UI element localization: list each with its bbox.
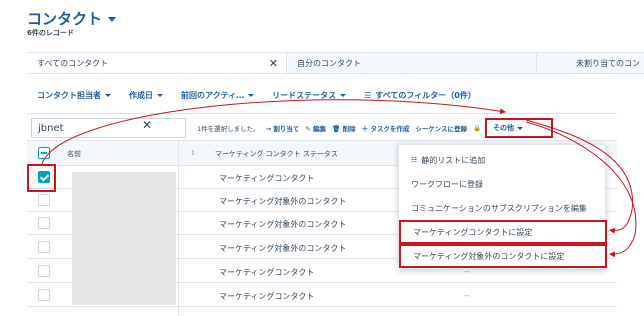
chevron-down-icon — [105, 94, 111, 97]
tab-my-contacts[interactable]: 自分のコンタクト — [287, 53, 537, 73]
search-input[interactable]: jbnet — [31, 118, 186, 138]
column-header-marketing-status[interactable]: マーケティング コンタクト ステータス — [215, 149, 338, 159]
create-task-button[interactable]: ＋ タスクを作成 — [362, 123, 410, 133]
marketing-status-cell: マーケティング対象外のコンタクト — [219, 220, 347, 229]
menu-item-add-to-static-list[interactable]: ☷ 静的リストに追加 — [399, 148, 607, 172]
filter-create-date[interactable]: 作成日 — [129, 90, 163, 101]
selection-count: 1件を選択しました。 — [197, 125, 260, 133]
select-all-checkbox[interactable] — [38, 147, 50, 159]
marketing-status-cell: マーケティングコンタクト — [219, 292, 315, 301]
page-title: コンタクト — [27, 10, 103, 28]
tab-all-contacts[interactable]: すべてのコンタクト ✕ — [27, 53, 287, 73]
tab-label: 未割り当てのコン — [576, 58, 640, 68]
filter-contact-owner[interactable]: コンタクト担当者 — [37, 90, 111, 101]
chevron-down-icon[interactable] — [108, 17, 117, 22]
empty-cell: -- — [464, 291, 470, 300]
filter-last-activity[interactable]: 前回のアクティ… — [181, 90, 255, 101]
view-tabs: すべてのコンタクト ✕ 自分のコンタクト 未割り当てのコン — [27, 52, 644, 74]
row-checkbox[interactable] — [38, 217, 50, 229]
filter-label: すべてのフィルター（0件） — [375, 91, 476, 100]
column-header-name[interactable]: 名前 — [67, 149, 81, 159]
enroll-sequence-button[interactable]: シーケンスに登録 — [415, 123, 467, 133]
close-icon[interactable]: ✕ — [269, 58, 278, 69]
menu-item-enroll-workflow[interactable]: ワークフローに登録 — [399, 172, 607, 196]
row-checkbox[interactable] — [38, 265, 50, 277]
contacts-page: コンタクト 6件のレコード すべてのコンタクト ✕ 自分のコンタクト 未割り当て… — [0, 0, 644, 316]
tab-unassigned-contacts[interactable]: 未割り当てのコン — [537, 53, 644, 73]
search-input-value: jbnet — [38, 122, 64, 134]
list-icon: ☷ — [411, 156, 418, 164]
page-title-row[interactable]: コンタクト — [27, 8, 117, 29]
tab-label: すべてのコンタクト — [37, 58, 109, 68]
marketing-status-cell: マーケティング対象外のコンタクト — [219, 197, 347, 206]
filter-bar: コンタクト担当者 作成日 前回のアクティ… リードステータス ☰ すべてのフィル… — [37, 90, 476, 101]
chevron-down-icon — [517, 126, 523, 130]
clear-search-icon[interactable]: ✕ — [142, 118, 152, 132]
more-dropdown-menu: ☷ 静的リストに追加 ワークフローに登録 コミュニケーションのサブスクリプション… — [398, 144, 607, 270]
marketing-status-cell: マーケティングコンタクト — [219, 174, 315, 183]
redacted-names-image — [72, 172, 176, 305]
menu-item-edit-subscriptions[interactable]: コミュニケーションのサブスクリプションを編集 — [399, 196, 607, 220]
row-checkbox[interactable] — [38, 194, 50, 206]
lock-icon: 🔒 — [473, 124, 482, 132]
menu-item-label: 静的リストに追加 — [421, 155, 486, 165]
more-button-label: その他 — [493, 124, 514, 132]
marketing-status-cell: マーケティング対象外のコンタクト — [219, 244, 347, 253]
filter-label: リードステータス — [272, 91, 337, 100]
row-checkbox[interactable] — [38, 241, 50, 253]
row-checkbox[interactable] — [38, 289, 50, 301]
filter-label: 前回のアクティ… — [181, 91, 245, 100]
chevron-down-icon — [248, 94, 255, 97]
filter-lines-icon: ☰ — [364, 91, 372, 100]
more-button[interactable]: その他 — [485, 118, 553, 138]
assign-button[interactable]: → 割り当て — [266, 123, 300, 133]
edit-button[interactable]: ✎ 編集 — [305, 123, 326, 133]
menu-item-label: マーケティング対象外のコンタクトに設定 — [413, 251, 565, 261]
filter-lead-status[interactable]: リードステータス — [272, 90, 347, 101]
bulk-actions: 1件を選択しました。 → 割り当て ✎ 編集 🗑 削除 ＋ タスクを作成 シーケ… — [197, 123, 481, 133]
highlight-box-checkbox — [27, 164, 56, 192]
marketing-status-cell: マーケティングコンタクト — [219, 268, 315, 277]
record-count: 6件のレコード — [27, 29, 74, 37]
menu-item-label: ワークフローに登録 — [411, 179, 483, 189]
menu-item-set-marketing-contact[interactable]: マーケティングコンタクトに設定 — [399, 220, 607, 244]
chevron-down-icon — [340, 94, 347, 97]
tab-label: 自分のコンタクト — [297, 58, 361, 68]
menu-item-label: マーケティングコンタクトに設定 — [413, 227, 533, 237]
delete-button[interactable]: 🗑 削除 — [332, 123, 356, 133]
all-filters-button[interactable]: ☰ すべてのフィルター（0件） — [364, 90, 476, 101]
chevron-down-icon — [157, 94, 163, 97]
filter-label: コンタクト担当者 — [37, 91, 101, 100]
menu-item-label: コミュニケーションのサブスクリプションを編集 — [411, 203, 587, 213]
menu-item-set-non-marketing-contact[interactable]: マーケティング対象外のコンタクトに設定 — [399, 244, 607, 268]
bulk-action-toolbar: jbnet ✕ 1件を選択しました。 → 割り当て ✎ 編集 🗑 削除 ＋ タス… — [27, 113, 617, 141]
filter-label: 作成日 — [129, 91, 153, 100]
sort-icon[interactable]: ⇕ — [190, 149, 196, 157]
